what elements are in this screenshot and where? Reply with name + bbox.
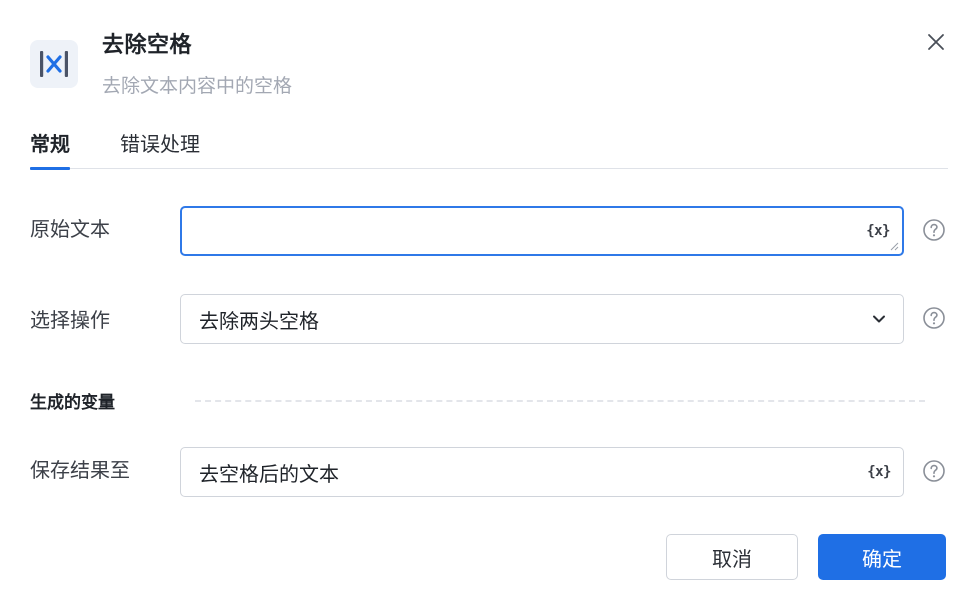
help-icon[interactable] bbox=[922, 218, 946, 242]
chevron-down-icon bbox=[873, 315, 885, 323]
tab-bar: 常规 错误处理 bbox=[30, 127, 948, 170]
save-result-input[interactable]: 去空格后的文本 {x} bbox=[180, 447, 904, 497]
operation-selected-value: 去除两头空格 bbox=[199, 308, 319, 333]
operation-label: 选择操作 bbox=[30, 308, 110, 332]
resize-handle-icon[interactable] bbox=[890, 242, 899, 251]
close-button[interactable] bbox=[922, 28, 950, 56]
save-result-value: 去空格后的文本 bbox=[199, 461, 339, 486]
original-text-input[interactable]: {x} bbox=[180, 206, 904, 256]
operation-select[interactable]: 去除两头空格 bbox=[180, 294, 904, 344]
remove-space-dialog: 去除空格 去除文本内容中的空格 常规 错误处理 原始文本 {x} 选择操作 去除… bbox=[0, 0, 978, 615]
confirm-button[interactable]: 确定 bbox=[818, 534, 946, 580]
help-icon[interactable] bbox=[922, 459, 946, 483]
tab-general[interactable]: 常规 bbox=[30, 127, 70, 170]
dialog-title: 去除空格 bbox=[102, 33, 193, 58]
tab-error-handling[interactable]: 错误处理 bbox=[120, 127, 200, 169]
variable-insert-icon[interactable]: {x} bbox=[866, 223, 890, 239]
variable-insert-icon[interactable]: {x} bbox=[867, 464, 891, 480]
original-text-label: 原始文本 bbox=[30, 217, 110, 241]
output-variables-section-title: 生成的变量 bbox=[30, 393, 115, 413]
dialog-subtitle: 去除文本内容中的空格 bbox=[102, 75, 293, 97]
help-icon[interactable] bbox=[922, 306, 946, 330]
section-divider bbox=[195, 400, 925, 402]
close-icon bbox=[928, 34, 944, 50]
remove-space-icon bbox=[30, 40, 78, 88]
save-result-label: 保存结果至 bbox=[30, 458, 130, 482]
cancel-button[interactable]: 取消 bbox=[666, 534, 798, 580]
